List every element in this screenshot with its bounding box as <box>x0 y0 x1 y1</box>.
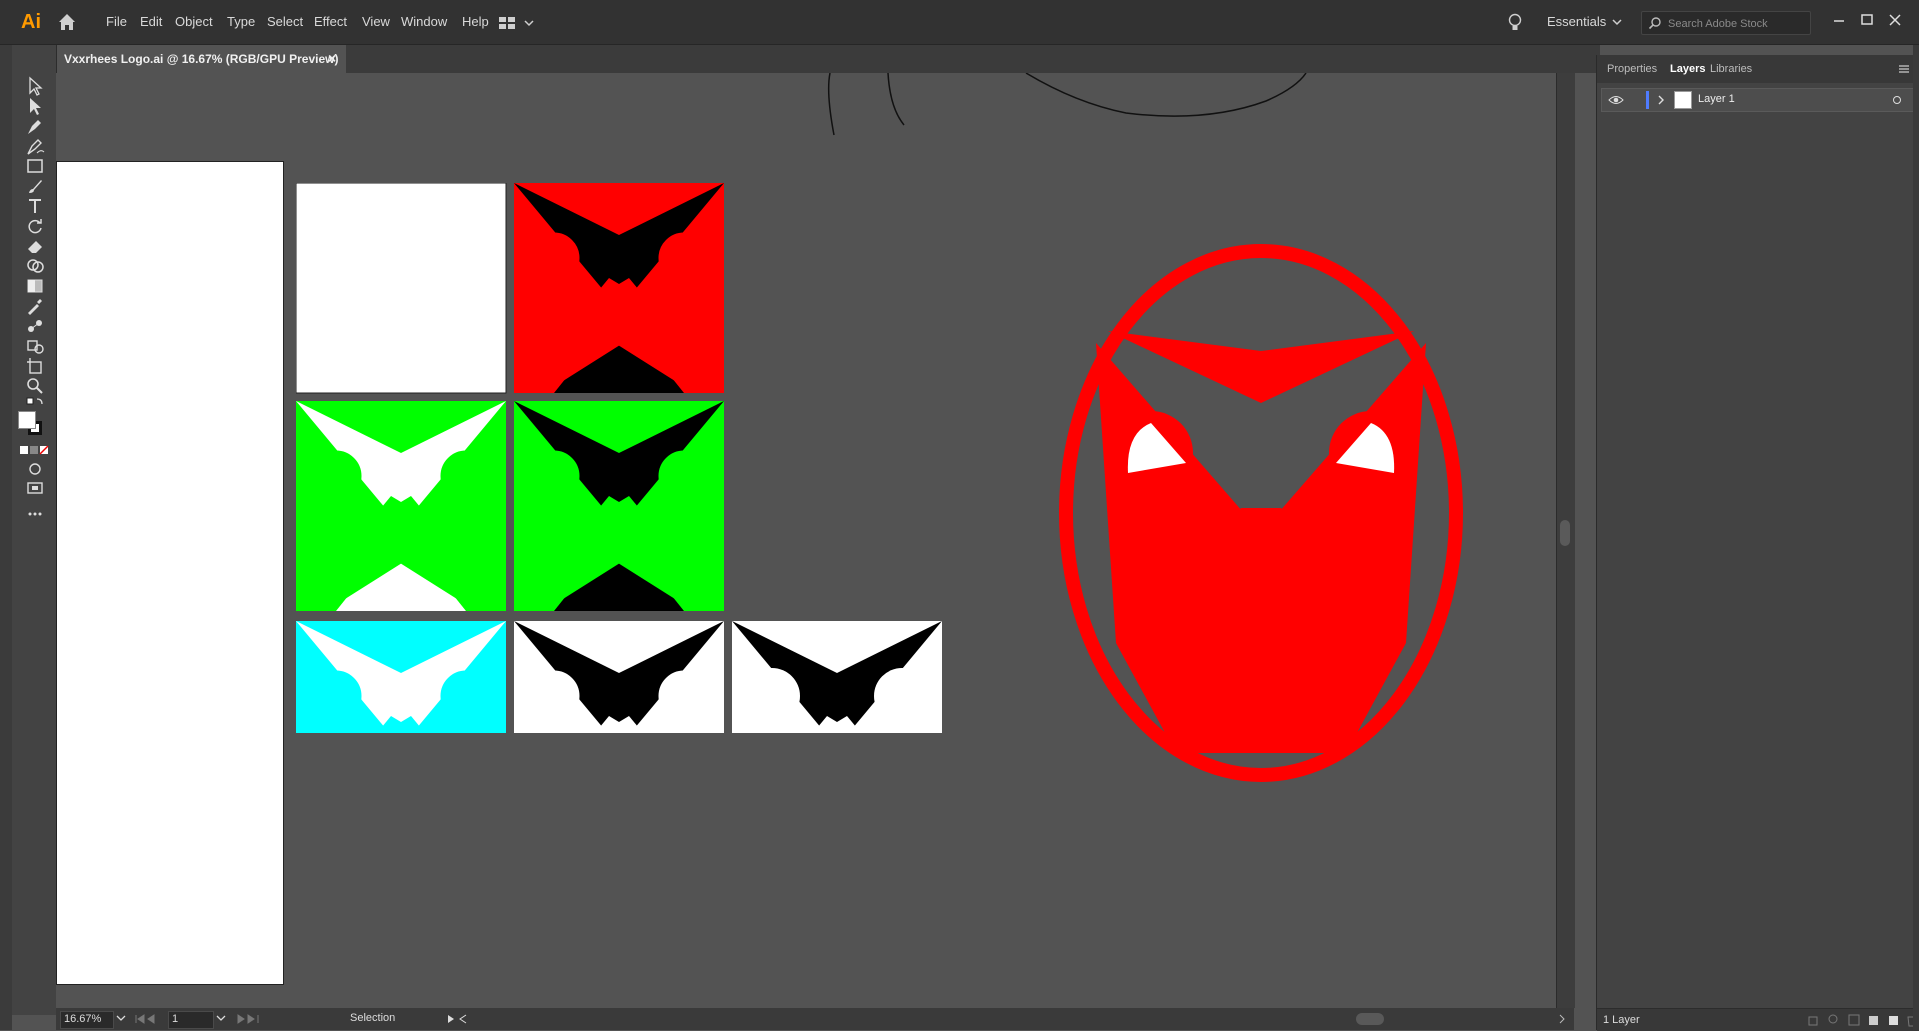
logo-variant-white-on-black[interactable] <box>514 621 724 733</box>
rotate-tool-icon[interactable] <box>24 215 46 237</box>
horizontal-scroll-thumb[interactable] <box>1356 1013 1384 1025</box>
menu-view[interactable]: View <box>362 14 390 32</box>
artboard-number-field[interactable]: 1 <box>168 1011 214 1029</box>
new-layer-icon[interactable] <box>1887 1013 1901 1027</box>
logo-variant-blank[interactable] <box>296 183 507 394</box>
menu-select[interactable]: Select <box>267 14 303 32</box>
symbol-sprayer-tool-icon[interactable] <box>24 335 46 357</box>
home-icon[interactable] <box>56 11 78 33</box>
make-clipping-mask-icon[interactable] <box>1847 1013 1861 1027</box>
zoom-tool-icon[interactable] <box>24 375 46 397</box>
close-window-icon[interactable] <box>1883 10 1907 30</box>
status-bar: 16.67% 1 Selection <box>56 1008 1574 1030</box>
layer-thumbnail <box>1674 91 1692 109</box>
artboard-number-value: 1 <box>172 1013 179 1025</box>
logo-variants-grid[interactable] <box>296 183 1006 733</box>
app-logo: Ai <box>21 11 41 33</box>
logo-variant-cyan-on-white[interactable] <box>296 621 506 733</box>
screen-mode-icon[interactable] <box>24 478 46 500</box>
eyedropper-tool-icon[interactable] <box>24 295 46 317</box>
tab-libraries[interactable]: Libraries <box>1710 63 1752 75</box>
workspace-switcher[interactable]: Essentials <box>1547 14 1606 29</box>
artboard-tool-icon[interactable] <box>24 355 46 377</box>
sketch-strokes[interactable] <box>606 73 1506 153</box>
menu-effect[interactable]: Effect <box>314 14 347 32</box>
menu-bar: Ai File Edit Object Type Select Effect V… <box>0 0 1919 45</box>
layer-name[interactable]: Layer 1 <box>1698 93 1735 105</box>
menu-window[interactable]: Window <box>401 14 447 32</box>
document-tab-title: Vxxrhees Logo.ai @ 16.67% (RGB/GPU Previ… <box>64 52 339 66</box>
chevron-down-icon[interactable] <box>116 1013 126 1023</box>
close-tab-icon[interactable]: × <box>328 50 342 66</box>
menu-edit[interactable]: Edit <box>140 14 162 32</box>
shape-builder-tool-icon[interactable] <box>24 255 46 277</box>
locate-object-icon[interactable] <box>1827 1013 1841 1027</box>
expand-chevron-icon[interactable] <box>1656 94 1666 106</box>
selection-tool-icon[interactable] <box>24 75 46 97</box>
layer-count: 1 Layer <box>1603 1014 1640 1026</box>
minimize-icon[interactable] <box>1827 10 1851 30</box>
gradient-tool-icon[interactable] <box>24 275 46 297</box>
status-text: Selection <box>350 1012 396 1024</box>
paintbrush-tool-icon[interactable] <box>24 175 46 197</box>
zoom-level-value: 16.67% <box>64 1013 102 1025</box>
create-sublayer-icon[interactable] <box>1867 1013 1881 1027</box>
artboard[interactable] <box>56 161 284 985</box>
first-prev-artboard-icon[interactable] <box>134 1013 164 1025</box>
more-tools-icon[interactable] <box>24 503 46 525</box>
left-edge <box>0 45 12 1030</box>
zoom-level-field[interactable]: 16.67% <box>60 1011 114 1029</box>
tools-panel <box>12 45 57 1015</box>
vertical-scroll-thumb[interactable] <box>1560 520 1570 546</box>
fill-swatch[interactable] <box>18 411 36 429</box>
type-tool-icon[interactable] <box>24 195 46 217</box>
arrange-documents-icon[interactable] <box>497 14 537 32</box>
chevron-down-icon[interactable] <box>216 1013 226 1023</box>
search-icon <box>1648 17 1661 30</box>
logo-variant-green-on-white[interactable] <box>296 401 506 611</box>
menu-help[interactable]: Help <box>462 14 489 32</box>
layers-panel-footer: 1 Layer <box>1597 1008 1919 1031</box>
blend-tool-icon[interactable] <box>24 315 46 337</box>
color-mode-icons[interactable] <box>18 443 50 457</box>
eraser-tool-icon[interactable] <box>24 235 46 257</box>
adobe-stock-search[interactable] <box>1641 11 1811 35</box>
visibility-eye-icon[interactable] <box>1608 93 1624 107</box>
maximize-icon[interactable] <box>1855 10 1879 30</box>
pen-tool-icon[interactable] <box>24 115 46 137</box>
curvature-tool-icon[interactable] <box>24 135 46 157</box>
panel-menu-icon[interactable] <box>1897 62 1911 76</box>
document-tab[interactable]: Vxxrhees Logo.ai @ 16.67% (RGB/GPU Previ… <box>56 45 346 73</box>
search-input[interactable] <box>1666 14 1810 34</box>
logo-variant-green-on-black[interactable] <box>514 401 724 611</box>
large-red-logo[interactable] <box>1056 243 1466 783</box>
document-tab-strip: Vxxrhees Logo.ai @ 16.67% (RGB/GPU Previ… <box>0 45 1600 73</box>
menu-type[interactable]: Type <box>227 14 255 32</box>
layers-panel: Properties Layers Libraries Layer 1 1 La… <box>1596 55 1919 1031</box>
export-icon[interactable] <box>1807 1013 1821 1027</box>
tab-layers[interactable]: Layers <box>1670 63 1705 75</box>
right-edge <box>1913 45 1919 1030</box>
tab-properties[interactable]: Properties <box>1607 63 1657 75</box>
chevron-down-icon[interactable] <box>1611 16 1623 28</box>
drawing-mode-icon[interactable] <box>24 458 46 480</box>
direct-selection-tool-icon[interactable] <box>24 95 46 117</box>
status-menu-arrows-icon[interactable] <box>446 1013 470 1025</box>
rectangle-tool-icon[interactable] <box>24 155 46 177</box>
logo-variant-red-on-black[interactable] <box>514 183 724 393</box>
menu-file[interactable]: File <box>106 14 127 32</box>
target-icon[interactable] <box>1892 95 1902 105</box>
layer-color-indicator <box>1646 91 1649 109</box>
scroll-right-icon[interactable] <box>1556 1013 1568 1025</box>
fill-stroke-swatches[interactable] <box>17 410 47 440</box>
canvas[interactable] <box>56 73 1556 1008</box>
layer-row[interactable]: Layer 1 <box>1601 88 1915 112</box>
logo-variant-white-on-black-solid[interactable] <box>732 621 942 733</box>
lightbulb-icon[interactable] <box>1507 13 1523 33</box>
panel-tabs: Properties Layers Libraries <box>1597 55 1919 83</box>
menu-object[interactable]: Object <box>175 14 213 32</box>
next-last-artboard-icon[interactable] <box>232 1013 262 1025</box>
